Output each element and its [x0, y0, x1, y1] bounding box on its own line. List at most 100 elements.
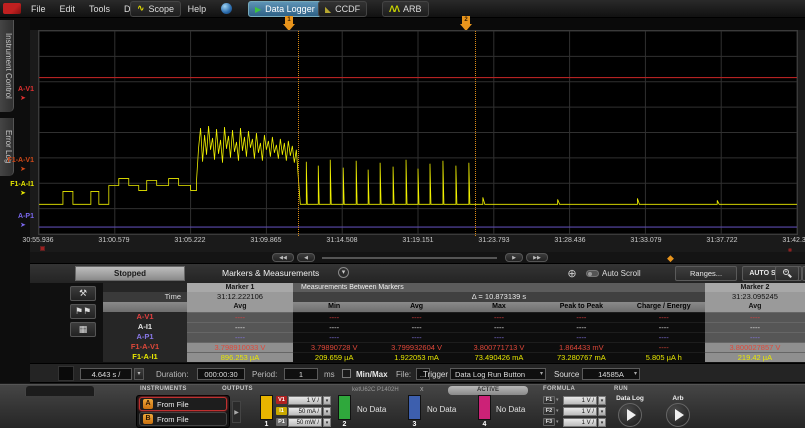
ranges-button[interactable]: Ranges... — [675, 266, 737, 281]
min-value: ---- — [293, 332, 375, 342]
channel-4-color-bar[interactable] — [478, 395, 491, 420]
channel-3-status: No Data — [427, 405, 456, 414]
markers-flags-button[interactable]: ⚑⚑ — [70, 304, 96, 319]
f3-badge[interactable]: F3 — [543, 418, 555, 426]
marker1-header[interactable]: Marker 1 — [187, 283, 293, 292]
period-field[interactable]: 1 — [284, 368, 318, 380]
menu-edit[interactable]: Edit — [53, 2, 83, 16]
col-header-charge-energy[interactable]: Charge / Energy — [623, 302, 705, 312]
auto-scroll-toggle[interactable] — [586, 270, 599, 277]
duration-field[interactable]: 000:00:30 — [197, 368, 245, 380]
channel-label-a-v1[interactable]: A-V1 — [2, 86, 34, 93]
waveform-plot[interactable] — [38, 30, 798, 235]
grid-view-button[interactable]: ▦ — [70, 322, 96, 337]
channel-label-f1-a-v1[interactable]: F1-A-V1 — [2, 157, 34, 164]
channel-marker-arrow-icon[interactable]: ➤ — [20, 94, 26, 102]
file-tab-label[interactable]: ketU62C P1402H — [352, 387, 399, 393]
f1-scale-dropdown[interactable]: 1 V / — [563, 396, 597, 405]
power-scale-dropdown[interactable]: 50 mW / — [288, 418, 322, 427]
scroll-thumb[interactable]: ◆ — [667, 256, 674, 260]
active-tab-pill[interactable]: ACTIVE — [448, 386, 528, 395]
scroll-track[interactable]: ◆ — [322, 257, 497, 259]
channel-3-color-bar[interactable] — [408, 395, 421, 420]
tab-data-logger-label: Data Logger — [265, 4, 315, 14]
instrument-b-button[interactable]: B From File — [139, 412, 227, 426]
corner-tab[interactable] — [25, 385, 95, 396]
time-window-dropdown-icon[interactable]: ▾ — [134, 368, 144, 380]
sidebar-tab-instrument-control[interactable]: Instrument Control — [0, 20, 14, 112]
scroll-back-button[interactable]: ◀ — [297, 253, 315, 262]
chevron-down-icon[interactable]: ▾ — [598, 418, 606, 427]
marker1-value: 896.253 µA — [187, 352, 293, 362]
marker-1-handle[interactable]: 1 — [283, 18, 295, 30]
chevron-down-icon[interactable]: ▾ — [323, 396, 331, 405]
channel-1-color-bar[interactable] — [260, 395, 273, 420]
instruments-expander-button[interactable]: ▶ — [232, 401, 241, 423]
f3-scale-dropdown[interactable]: 1 V / — [563, 418, 597, 427]
scroll-fastforward-button[interactable]: ▶▶ — [526, 253, 548, 262]
marker-1-line[interactable] — [298, 31, 299, 236]
period-unit: ms — [324, 370, 335, 379]
scroll-rewind-button[interactable]: ◀◀ — [272, 253, 294, 262]
col-header-min[interactable]: Min — [293, 302, 375, 312]
acquisition-status-button[interactable]: Stopped — [75, 266, 185, 281]
channel-2-color-bar[interactable] — [338, 395, 351, 420]
col-header-peak-to-peak[interactable]: Peak to Peak — [540, 302, 622, 312]
close-icon[interactable]: x — [420, 386, 424, 393]
tab-scope[interactable]: ∿ Scope — [130, 1, 181, 17]
menu-file[interactable]: File — [24, 2, 53, 16]
table-row[interactable]: F1-A-V1 3.798910033 V 3.79890728 V 3.799… — [103, 342, 805, 352]
chevron-down-icon[interactable]: ▾ — [598, 407, 606, 416]
arb-play-button[interactable] — [666, 403, 690, 427]
voltage-scale-dropdown[interactable]: 1 V / — [288, 396, 322, 405]
marker2-header[interactable]: Marker 2 — [705, 283, 805, 292]
source-value: 14585A — [598, 370, 624, 379]
ccdf-icon: ◣ — [325, 5, 331, 14]
col-header-max[interactable]: Max — [458, 302, 540, 312]
channel-marker-arrow-icon[interactable]: ➤ — [20, 165, 26, 173]
tab-data-logger[interactable]: ▶ Data Logger — [248, 1, 322, 17]
channel-marker-arrow-icon[interactable]: ➤ — [20, 221, 26, 229]
chevron-down-icon[interactable]: ▾ — [556, 408, 562, 414]
marker-2-handle[interactable]: 2 — [460, 18, 472, 30]
tab-arb[interactable]: ΛΛ ARB — [382, 1, 429, 17]
minmax-checkbox[interactable] — [342, 369, 351, 378]
pan-crosshair-icon[interactable]: ⊕ — [563, 266, 581, 281]
sine-wave-icon: ∿ — [137, 4, 145, 14]
f2-badge[interactable]: F2 — [543, 407, 555, 415]
info-icon[interactable] — [221, 3, 232, 14]
chevron-down-icon[interactable]: ▾ — [323, 407, 331, 416]
chevron-down-icon[interactable]: ▾ — [323, 418, 331, 427]
source-dropdown[interactable]: 14585A ▾ — [582, 368, 640, 380]
tab-ccdf[interactable]: ◣ CCDF — [318, 1, 367, 17]
channel-label-a-p1[interactable]: A-P1 — [2, 213, 34, 220]
chevron-down-icon[interactable]: ▾ — [338, 267, 349, 278]
channel-label-f1-a-i1[interactable]: F1-A-I1 — [2, 181, 34, 188]
f2-scale-dropdown[interactable]: 1 V / — [563, 407, 597, 416]
row-name: A-V1 — [103, 312, 187, 322]
table-row[interactable]: A-I1 ---- ---- ---- ---- ---- ---- ---- — [103, 322, 805, 332]
table-row[interactable]: A-V1 ---- ---- ---- ---- ---- ---- ---- — [103, 312, 805, 322]
data-log-play-button[interactable] — [618, 403, 642, 427]
avg-value: 1.922053 mA — [375, 352, 457, 362]
time-window-value[interactable]: 4.643 s / — [80, 368, 132, 380]
current-scale-dropdown[interactable]: 50 mA / — [288, 407, 322, 416]
marker-2-line[interactable] — [475, 31, 476, 236]
table-row[interactable]: A-P1 ---- ---- ---- ---- ---- ---- ---- — [103, 332, 805, 342]
tools-wrench-button[interactable]: ⚒ — [70, 286, 96, 301]
scroll-forward-button[interactable]: ▶ — [505, 253, 523, 262]
chevron-down-icon[interactable]: ▾ — [556, 419, 562, 425]
table-row[interactable]: F1-A-I1 896.253 µA 209.659 µA 1.922053 m… — [103, 352, 805, 362]
trigger-dropdown[interactable]: Data Log Run Button ▾ — [450, 368, 546, 380]
menu-tools[interactable]: Tools — [82, 2, 117, 16]
chevron-down-icon[interactable]: ▾ — [598, 396, 606, 405]
col-header-avg[interactable]: Avg — [375, 302, 457, 312]
minmax-label: Min/Max — [356, 370, 388, 379]
channel-marker-arrow-icon[interactable]: ➤ — [20, 189, 26, 197]
sidebar-tab-error-log[interactable]: Error Log — [0, 118, 14, 176]
zoom-in-button[interactable]: + — [775, 266, 799, 281]
menu-help[interactable]: Help — [181, 2, 214, 16]
instrument-a-button[interactable]: A From File — [139, 397, 227, 411]
chevron-down-icon[interactable]: ▾ — [556, 397, 562, 403]
f1-badge[interactable]: F1 — [543, 396, 555, 404]
